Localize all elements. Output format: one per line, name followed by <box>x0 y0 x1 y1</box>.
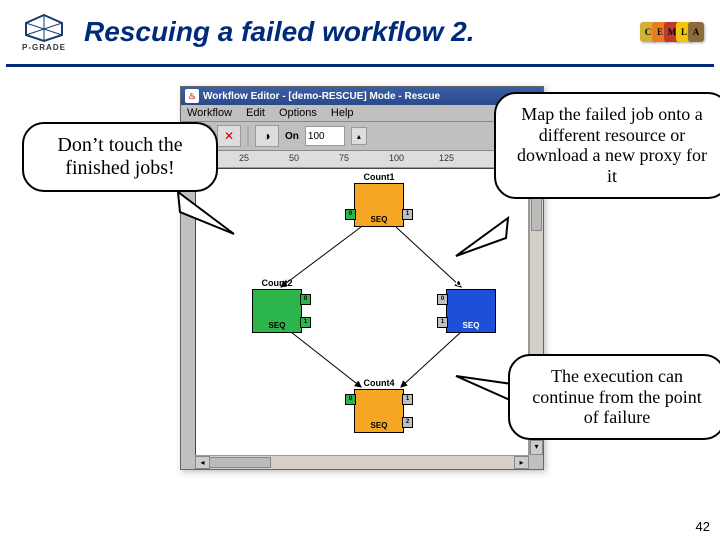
workflow-editor-window: ♨ Workflow Editor - [demo-RESCUE] Mode -… <box>180 86 544 470</box>
puzzle-logo: C E M L A <box>632 12 712 52</box>
node-label: Count4 <box>355 378 403 388</box>
zoom-input[interactable] <box>305 126 345 146</box>
node-label: Count3 <box>447 278 495 288</box>
port-out[interactable]: 1 <box>437 317 448 328</box>
on-label: On <box>285 131 299 142</box>
node-count2[interactable]: Count2 SEQ 0 1 <box>252 289 302 333</box>
pgrade-logo: P-GRADE <box>8 8 80 56</box>
scroll-down-icon[interactable]: ▾ <box>530 440 543 455</box>
puzzle-piece: A <box>688 22 704 42</box>
ruler-tick: 25 <box>239 153 249 163</box>
ruler-tick: 50 <box>289 153 299 163</box>
menu-edit[interactable]: Edit <box>246 107 265 119</box>
port-in[interactable]: 1 <box>402 394 413 405</box>
menu-help[interactable]: Help <box>331 107 354 119</box>
ruler-tick: 125 <box>439 153 454 163</box>
node-seq: SEQ <box>447 321 495 330</box>
ruler-tick: 75 <box>339 153 349 163</box>
node-count3[interactable]: Count3 SEQ 0 1 <box>446 289 496 333</box>
callout-right-tail <box>448 216 518 266</box>
slide-header: P-GRADE Rescuing a failed workflow 2. C … <box>0 0 720 64</box>
callout-left: Don’t touch the finished jobs! <box>22 122 218 192</box>
node-label: Count2 <box>253 278 301 288</box>
window-titlebar[interactable]: ♨ Workflow Editor - [demo-RESCUE] Mode -… <box>181 87 543 105</box>
scroll-thumb[interactable] <box>209 457 271 468</box>
port-out[interactable]: 2 <box>402 417 413 428</box>
node-seq: SEQ <box>355 215 403 224</box>
slide-number: 42 <box>696 519 710 534</box>
logo-text: P-GRADE <box>22 43 66 52</box>
java-icon: ♨ <box>185 89 199 103</box>
node-seq: SEQ <box>253 321 301 330</box>
toolbar: ▢ ✕ ◑ On ▴ <box>181 122 543 151</box>
window-title: Workflow Editor - [demo-RESCUE] Mode - R… <box>203 91 440 102</box>
ruler: 25 50 75 100 125 <box>181 151 543 168</box>
port-out[interactable]: 0 <box>345 209 356 220</box>
scroll-right-icon[interactable]: ▸ <box>514 456 529 469</box>
delete-button[interactable]: ✕ <box>217 125 241 147</box>
menu-bar: Workflow Edit Options Help <box>181 105 543 122</box>
callout-left-tail <box>176 190 256 250</box>
scroll-left-icon[interactable]: ◂ <box>195 456 210 469</box>
callout-bottom: The execution can continue from the poin… <box>508 354 720 440</box>
menu-options[interactable]: Options <box>279 107 317 119</box>
port-in[interactable]: 0 <box>300 294 311 305</box>
port-in[interactable]: 0 <box>437 294 448 305</box>
port-out[interactable]: 1 <box>402 209 413 220</box>
toolbar-separator <box>247 126 249 146</box>
port-out[interactable]: 1 <box>300 317 311 328</box>
logo-icon <box>22 13 66 43</box>
node-seq: SEQ <box>355 421 403 430</box>
callout-right: Map the failed job onto a different reso… <box>494 92 720 199</box>
slide-title: Rescuing a failed workflow 2. <box>80 16 632 48</box>
port-in[interactable]: 0 <box>345 394 356 405</box>
toggle-button[interactable]: ◑ <box>255 125 279 147</box>
ruler-tick: 100 <box>389 153 404 163</box>
node-label: Count1 <box>355 172 403 182</box>
node-count1[interactable]: Count1 SEQ 0 1 <box>354 183 404 227</box>
menu-workflow[interactable]: Workflow <box>187 107 232 119</box>
stepper-up[interactable]: ▴ <box>351 127 367 145</box>
header-divider <box>6 64 714 67</box>
node-count4[interactable]: Count4 SEQ 0 1 2 <box>354 389 404 433</box>
horizontal-scrollbar[interactable]: ◂ ▸ <box>195 455 529 469</box>
